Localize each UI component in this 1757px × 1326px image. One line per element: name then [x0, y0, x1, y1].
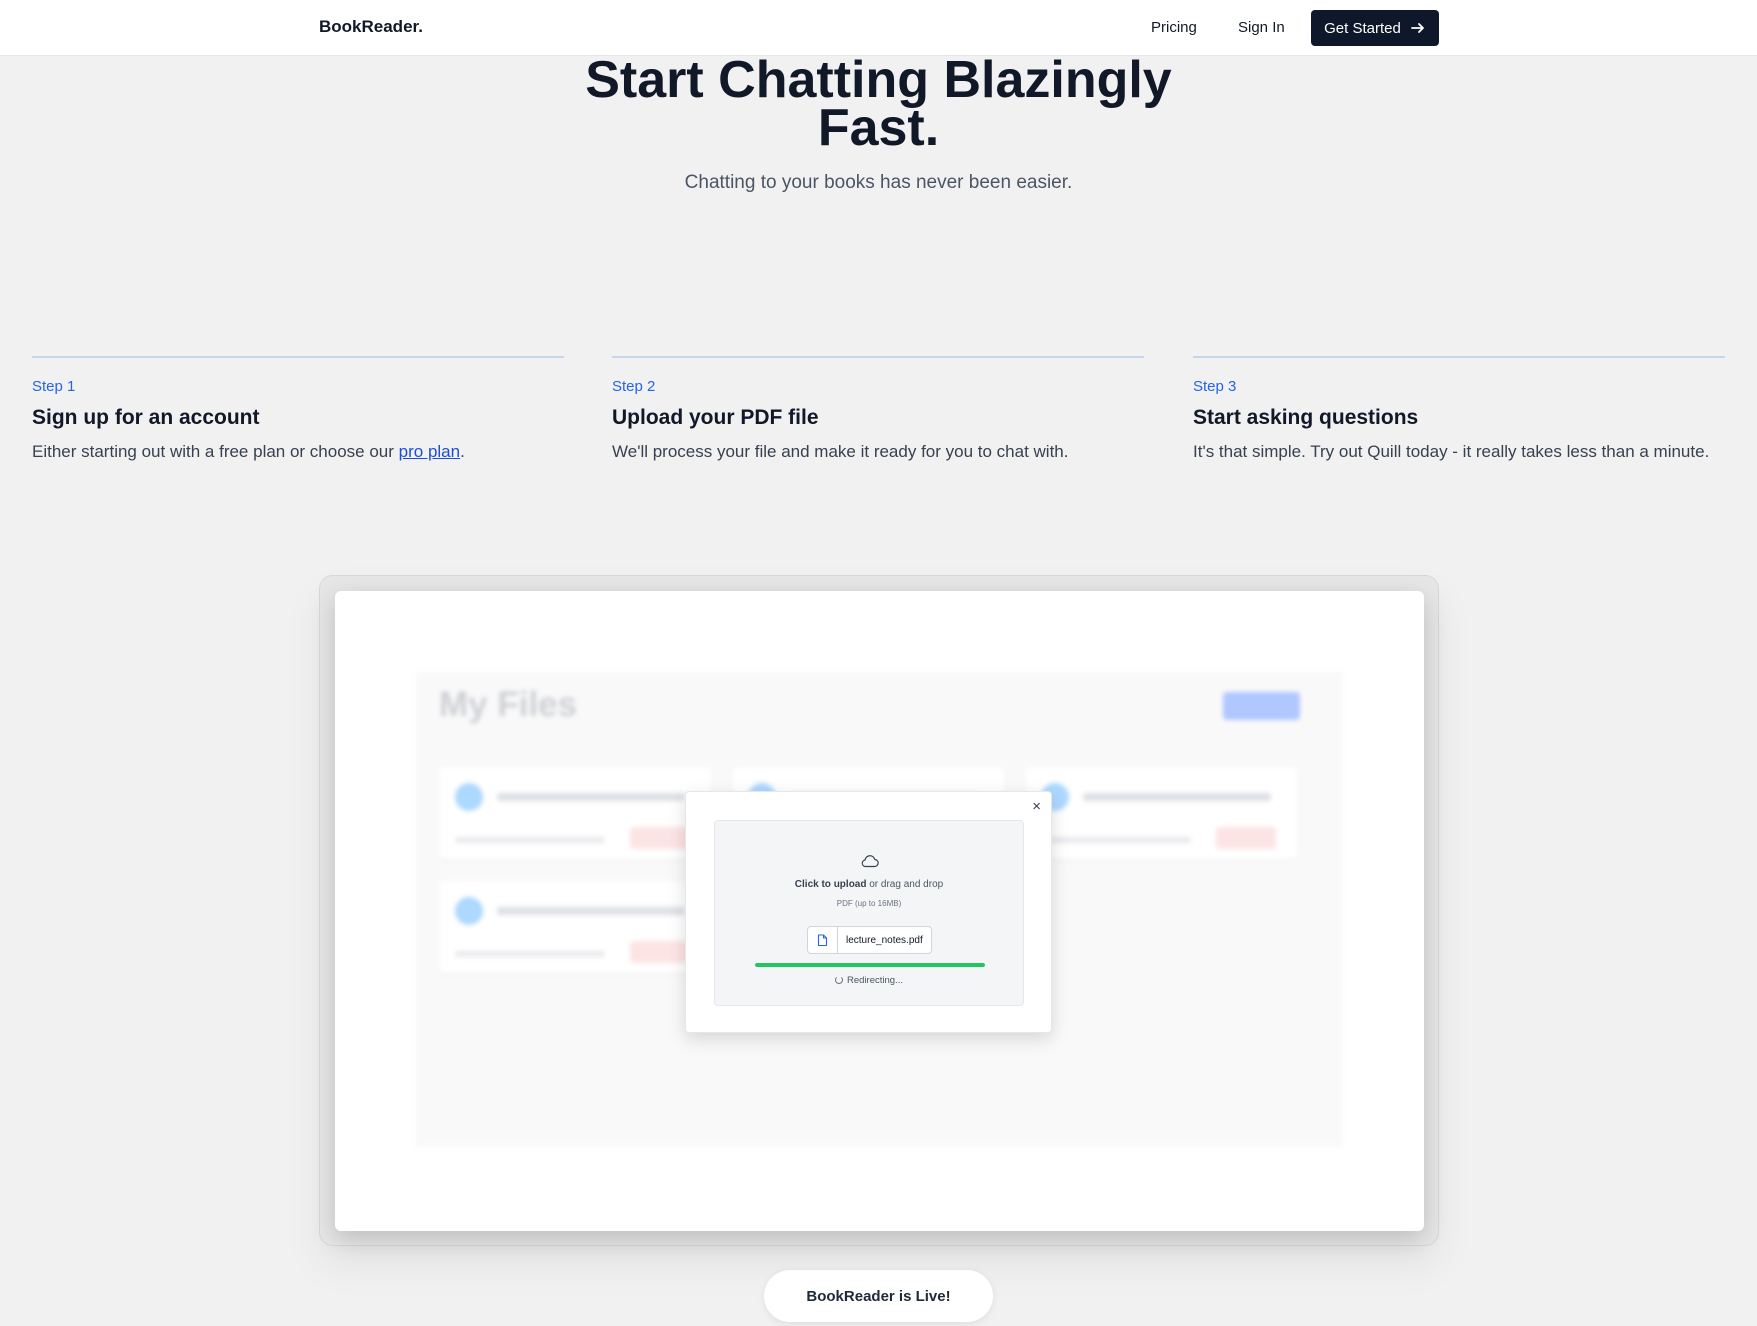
file-icon: [808, 927, 838, 953]
loading-spinner-icon: [835, 976, 843, 984]
step-description-text: Either starting out with a free plan or …: [32, 442, 399, 461]
step-1: Step 1 Sign up for an account Either sta…: [32, 356, 564, 462]
upload-instruction: Click to upload or drag and drop: [715, 879, 1023, 890]
brand-logo[interactable]: BookReader.: [319, 17, 423, 37]
step-description: It's that simple. Try out Quill today - …: [1193, 442, 1710, 461]
pro-plan-link[interactable]: pro plan: [399, 442, 460, 461]
hero-subtitle: Chatting to your books has never been ea…: [684, 172, 1073, 193]
dashboard-title: My Files: [439, 685, 578, 724]
step-title: Upload your PDF file: [612, 406, 819, 429]
bookreader-live-button[interactable]: BookReader is Live!: [764, 1270, 993, 1322]
file-name: lecture_notes.pdf: [846, 934, 923, 946]
step-2: Step 2 Upload your PDF file We'll proces…: [612, 356, 1144, 462]
arrow-right-icon: [1410, 23, 1424, 33]
step-description: Either starting out with a free plan or …: [32, 442, 564, 462]
step-3: Step 3 Start asking questions It's that …: [1193, 356, 1725, 462]
file-card: [439, 767, 712, 859]
step-label: Step 3: [1193, 378, 1237, 395]
nav-link-sign-in[interactable]: Sign In: [1238, 19, 1285, 36]
product-preview-screenshot: My Files × Click to upload or drag and d: [335, 591, 1424, 1231]
redirect-status: Redirecting...: [715, 975, 1023, 986]
hero-title: Start Chatting Blazingly Fast.: [0, 54, 1757, 154]
top-navbar: BookReader. Pricing Sign In Get Started: [0, 0, 1757, 56]
upload-pdf-button: [1223, 692, 1300, 720]
get-started-label: Get Started: [1324, 19, 1401, 37]
step-description: We'll process your file and make it read…: [612, 442, 1069, 461]
upload-dropzone[interactable]: Click to upload or drag and drop PDF (up…: [714, 820, 1024, 1006]
click-to-upload-text: Click to upload: [794, 879, 867, 890]
step-label: Step 2: [612, 378, 656, 395]
file-card: [439, 881, 712, 973]
upload-progress-bar: [755, 963, 985, 967]
nav-link-pricing[interactable]: Pricing: [1151, 19, 1197, 36]
hero-title-line-2: Fast.: [817, 99, 940, 157]
close-icon[interactable]: ×: [1032, 798, 1041, 815]
step-title: Sign up for an account: [32, 406, 260, 429]
step-title: Start asking questions: [1193, 406, 1419, 429]
upload-modal: × Click to upload or drag and drop PDF (…: [685, 791, 1052, 1033]
get-started-button[interactable]: Get Started: [1311, 10, 1439, 46]
product-preview-frame: My Files × Click to upload or drag and d: [319, 575, 1439, 1246]
step-label: Step 1: [32, 378, 76, 395]
drag-drop-text: or drag and drop: [866, 879, 944, 890]
redirect-status-text: Redirecting...: [847, 975, 903, 986]
file-card: [1025, 767, 1298, 859]
selected-file: lecture_notes.pdf: [807, 926, 932, 954]
upload-hint: PDF (up to 16MB): [836, 899, 902, 908]
step-description-end: .: [460, 442, 465, 461]
upload-progress-fill: [755, 963, 985, 967]
cloud-icon: [861, 855, 879, 868]
